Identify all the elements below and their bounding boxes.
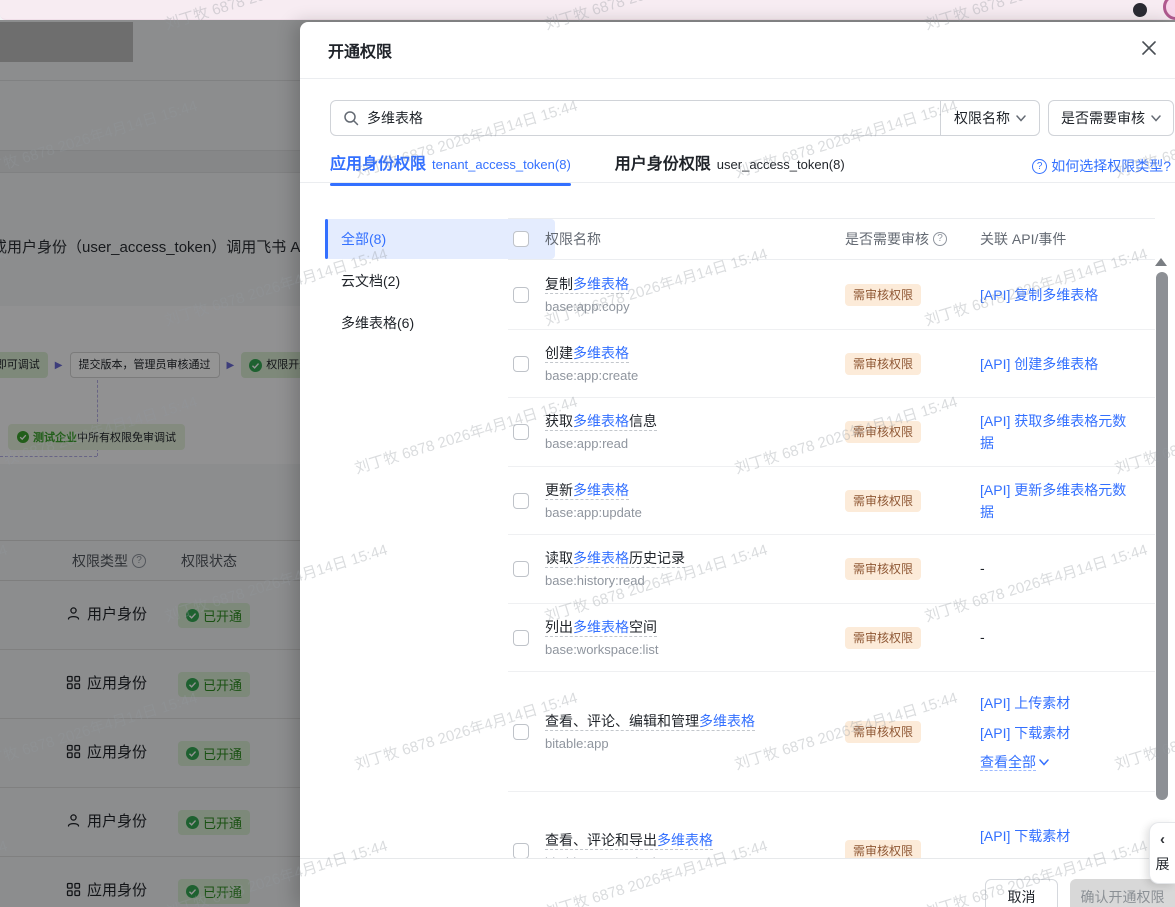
avatar[interactable] [1163, 0, 1175, 20]
api-link[interactable]: [API] 获取多维表格元数据 [980, 410, 1139, 454]
permission-row: 列出多维表格空间 base:workspace:list 需审核权限 - [508, 604, 1155, 672]
api-link[interactable]: [API] 上传素材 [980, 692, 1139, 714]
permission-name: 更新多维表格 [545, 481, 629, 500]
question-circle-icon: ? [1032, 158, 1048, 174]
divider [300, 182, 1175, 183]
bitable-term-link[interactable]: 多维表格 [573, 550, 629, 566]
permission-code: base:workspace:list [545, 641, 659, 657]
column-audit: 是否需要审核 [845, 231, 929, 247]
bitable-term-link[interactable]: 多维表格 [573, 276, 629, 292]
row-checkbox[interactable] [513, 424, 529, 440]
permission-row: 创建多维表格 base:app:create 需审核权限 [API] 创建多维表格 [508, 330, 1155, 398]
screen: 或用户身份（user_access_token）调用飞书 API； 用 API，… [0, 0, 1175, 907]
search-input[interactable]: 多维表格 权限名称 [330, 100, 1040, 136]
tab-tenant-access-token[interactable]: 应用身份权限 tenant_access_token(8) [330, 150, 571, 186]
row-checkbox[interactable] [513, 629, 529, 646]
permission-row: 更新多维表格 base:app:update 需审核权限 [API] 更新多维表格元数… [508, 467, 1155, 535]
scrollbar-thumb[interactable] [1156, 272, 1168, 800]
row-checkbox[interactable] [513, 842, 529, 859]
row-checkbox[interactable] [513, 286, 529, 303]
modal-footer: 取消 确认开通权限 [300, 858, 1175, 907]
permission-row: 读取多维表格历史记录 base:history:read 需审核权限 - [508, 535, 1155, 604]
search-icon [344, 111, 359, 126]
audit-required-badge: 需审核权限 [845, 283, 922, 306]
modal-title: 开通权限 [328, 44, 393, 61]
tab-token-count: user_access_token(8) [716, 157, 845, 172]
bitable-term-link[interactable]: 多维表格 [573, 345, 629, 361]
scrollbar-up-arrow[interactable] [1155, 258, 1167, 266]
api-link[interactable]: [API] 复制多维表格 [980, 284, 1139, 306]
no-related-api: - [980, 628, 985, 645]
chevron-down-icon [1151, 114, 1161, 122]
close-icon[interactable] [1137, 36, 1161, 60]
audit-required-badge: 需审核权限 [845, 558, 922, 580]
audit-required-badge: 需审核权限 [845, 489, 922, 512]
row-checkbox[interactable] [513, 723, 529, 740]
permission-code: base:app:copy [545, 298, 630, 314]
bitable-term-link[interactable]: 多维表格 [573, 413, 629, 429]
chevron-down-icon [1016, 114, 1026, 122]
api-link[interactable]: [API] 下载素材 [980, 825, 1139, 847]
permission-tabs: 应用身份权限 tenant_access_token(8) 用户身份权限 use… [330, 150, 845, 186]
search-value: 多维表格 [367, 110, 423, 126]
table-header-row: 权限名称 是否需要审核? 关联 API/事件 [508, 218, 1155, 260]
permission-name: 创建多维表格 [545, 344, 629, 363]
audit-filter-label: 是否需要审核 [1061, 110, 1145, 126]
api-link[interactable]: [API] 更新多维表格元数据 [980, 479, 1139, 523]
expand-label: 展 [1155, 856, 1170, 872]
permission-row: 获取多维表格信息 base:app:read 需审核权限 [API] 获取多维表格元数… [508, 398, 1155, 467]
permission-rows: 复制多维表格 base:app:copy 需审核权限 [API] 复制多维表格创建多维… [508, 260, 1155, 907]
open-permission-modal: 开通权限 多维表格 权限名称 是否需要审核 应用身份权限 tenant_acce… [300, 22, 1175, 907]
audit-required-badge: 需审核权限 [845, 421, 922, 443]
help-link-label: 如何选择权限类型? [1051, 158, 1171, 174]
tab-label: 用户身份权限 [614, 156, 711, 173]
permission-name: 读取多维表格历史记录 [545, 550, 685, 568]
top-banner [0, 0, 1175, 20]
bitable-term-link[interactable]: 多维表格 [573, 482, 629, 498]
permission-table: 权限名称 是否需要审核? 关联 API/事件 复制多维表格 base:app:co… [508, 218, 1155, 907]
permission-name: 获取多维表格信息 [545, 413, 657, 431]
view-all-link[interactable]: 查看全部 [980, 752, 1139, 772]
audit-required-badge: 需审核权限 [845, 352, 922, 375]
row-checkbox[interactable] [513, 355, 529, 372]
permission-code: bitable:app [545, 735, 609, 751]
audit-required-badge: 需审核权限 [845, 720, 922, 743]
audit-filter-select[interactable]: 是否需要审核 [1048, 100, 1174, 136]
permission-row: 复制多维表格 base:app:copy 需审核权限 [API] 复制多维表格 [508, 260, 1155, 330]
row-checkbox[interactable] [513, 561, 529, 577]
bitable-term-link[interactable]: 多维表格 [573, 619, 629, 635]
banner-dot-icon [1133, 3, 1147, 17]
permission-name: 查看、评论、编辑和管理多维表格 [545, 712, 755, 731]
question-circle-icon: ? [933, 232, 947, 246]
tab-user-access-token[interactable]: 用户身份权限 user_access_token(8) [615, 150, 845, 186]
audit-required-badge: 需审核权限 [845, 626, 922, 649]
permission-name: 复制多维表格 [545, 275, 629, 294]
permission-name: 列出多维表格空间 [545, 618, 657, 637]
permission-name: 查看、评论和导出多维表格 [545, 831, 713, 850]
chevron-left-icon: ‹ [1160, 831, 1165, 848]
permission-row: 查看、评论、编辑和管理多维表格 bitable:app 需审核权限 [API] 上传素… [508, 672, 1155, 792]
expand-drawer-button[interactable]: ‹ 展 [1149, 822, 1175, 884]
permission-code: base:app:read [545, 436, 629, 451]
cancel-button[interactable]: 取消 [985, 879, 1058, 907]
column-related-api: 关联 API/事件 [980, 231, 1067, 247]
select-all-checkbox[interactable] [513, 231, 529, 247]
api-link[interactable]: [API] 下载素材 [980, 722, 1139, 744]
search-field-label: 权限名称 [954, 110, 1010, 126]
tab-label: 应用身份权限 [330, 156, 427, 173]
bitable-term-link[interactable]: 多维表格 [657, 832, 713, 848]
tab-token-count: tenant_access_token(8) [432, 157, 571, 172]
api-link[interactable]: [API] 创建多维表格 [980, 353, 1139, 375]
permission-code: base:history:read [545, 573, 645, 588]
permission-code: base:app:update [545, 504, 642, 520]
permission-code: base:app:create [545, 367, 639, 383]
divider [300, 78, 1175, 79]
search-field-select[interactable]: 权限名称 [940, 101, 1039, 135]
column-permission-name: 权限名称 [545, 231, 601, 247]
help-link[interactable]: ? 如何选择权限类型? [1032, 156, 1171, 176]
no-related-api: - [980, 560, 985, 576]
row-checkbox[interactable] [513, 492, 529, 509]
bitable-term-link[interactable]: 多维表格 [699, 713, 755, 729]
